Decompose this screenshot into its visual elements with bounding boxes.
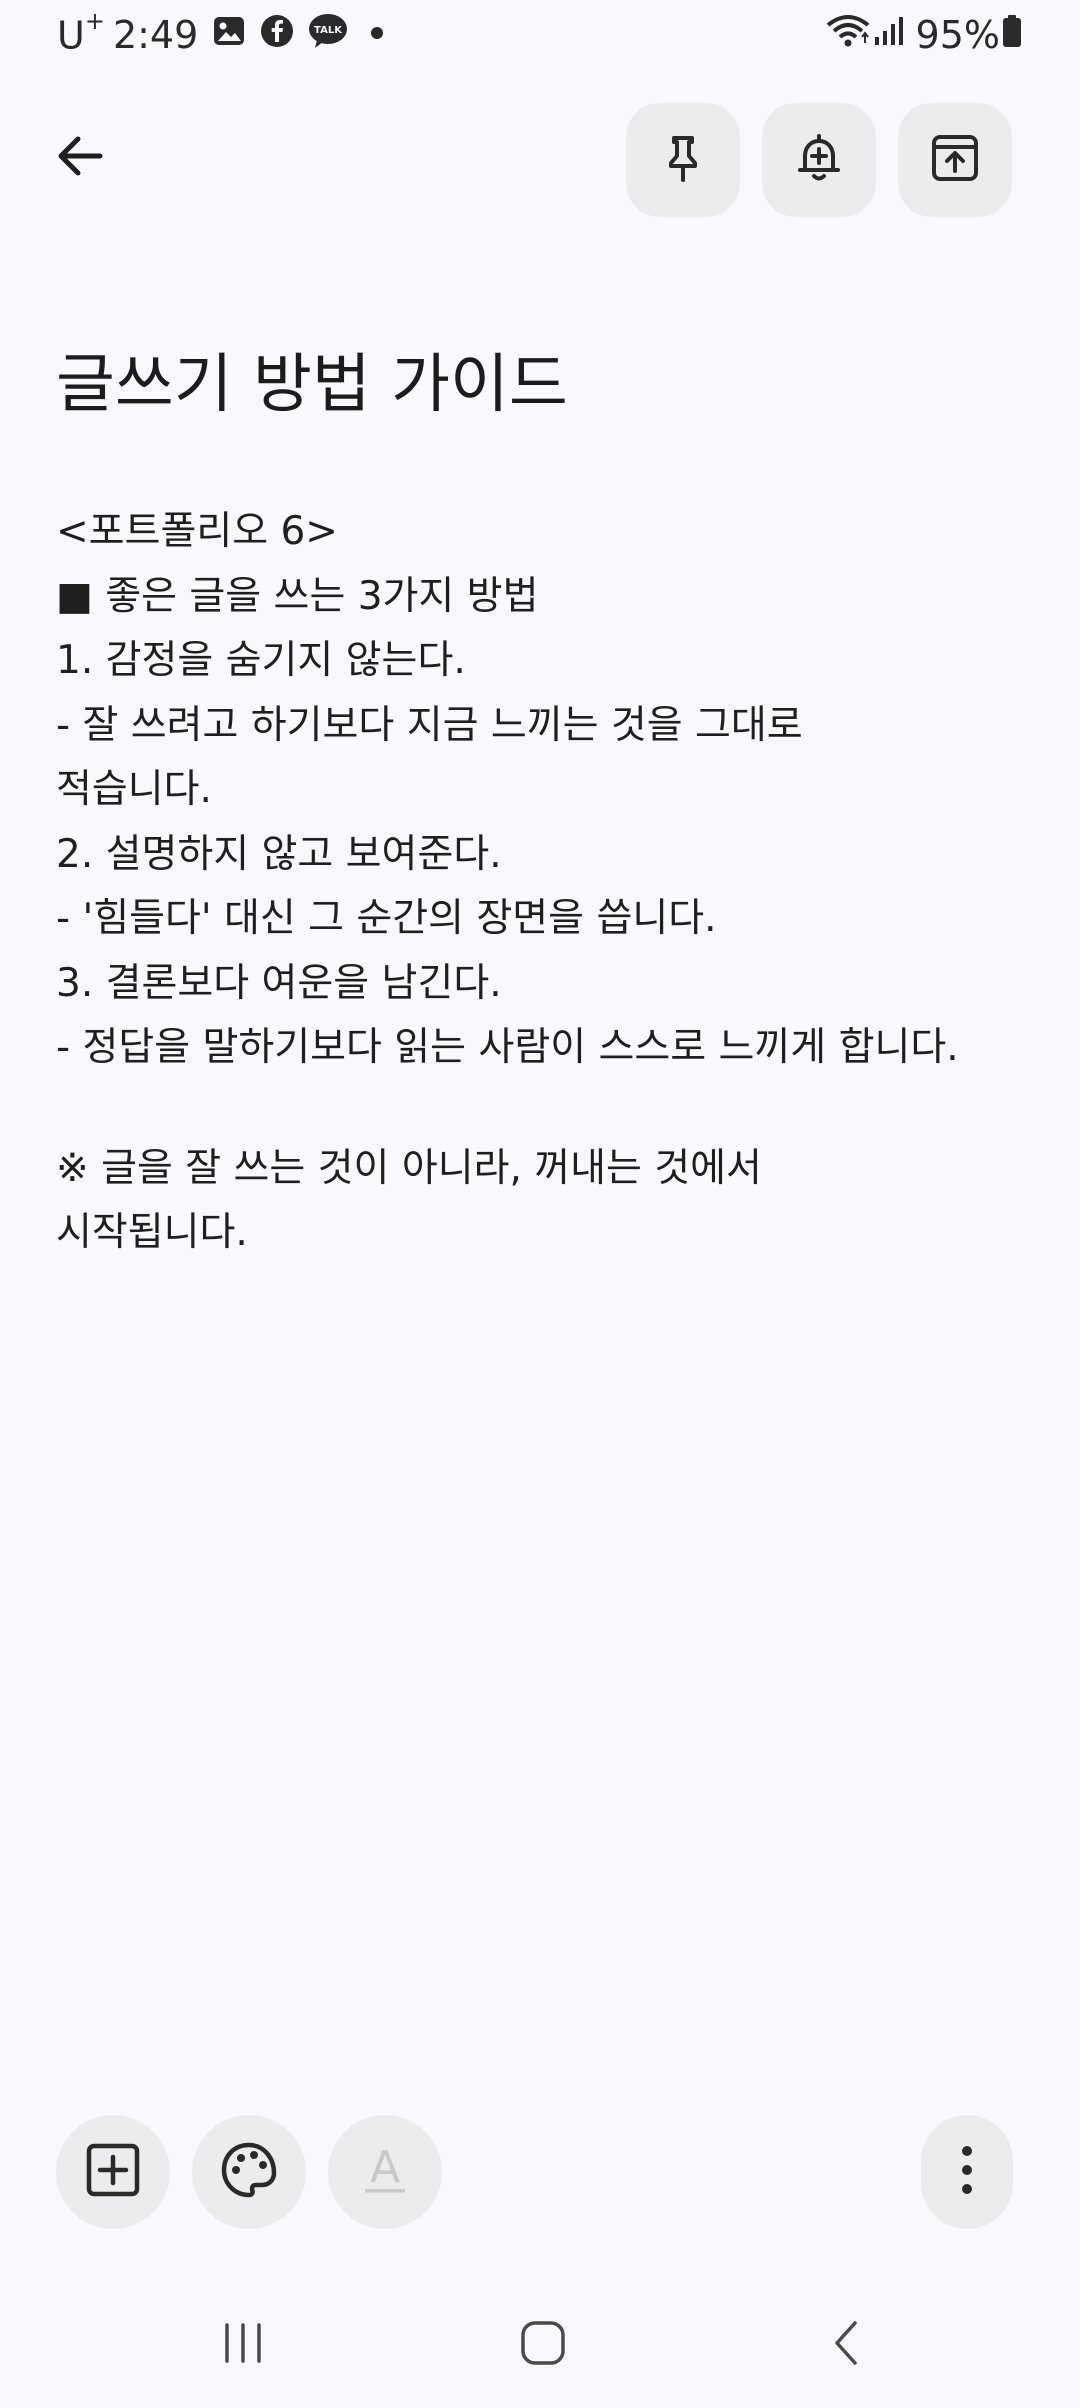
- note-footer-line: ※ 글을 잘 쓰는 것이 아니라, 꺼내는 것에서: [56, 1145, 762, 1191]
- dot-icon: [362, 13, 392, 57]
- archive-icon: [927, 130, 983, 190]
- color-palette-button[interactable]: [192, 2115, 306, 2229]
- system-navigation-bar: [0, 2290, 1080, 2400]
- battery-icon: [1000, 13, 1024, 58]
- pin-icon: [655, 130, 711, 190]
- arrow-left-icon: [52, 128, 108, 188]
- recent-apps-button[interactable]: [203, 2315, 283, 2375]
- text-style-icon: A: [355, 2140, 415, 2204]
- status-bar: U+ 2:49 TALK 95%: [0, 0, 1080, 70]
- back-button[interactable]: [40, 118, 120, 198]
- carrier-label: U+: [57, 6, 105, 58]
- add-content-button[interactable]: [56, 2115, 170, 2229]
- home-button[interactable]: [503, 2315, 583, 2375]
- system-back-button[interactable]: [807, 2315, 887, 2375]
- reminder-button[interactable]: [762, 103, 876, 217]
- status-left: U+ 2:49 TALK: [57, 6, 392, 60]
- palette-icon: [219, 2140, 279, 2204]
- note-line: 2. 설명하지 않고 보여준다.: [56, 831, 502, 877]
- chevron-left-icon: [823, 2319, 871, 2371]
- pin-button[interactable]: [626, 103, 740, 217]
- facebook-icon: [260, 13, 294, 57]
- note-line: 적습니다.: [56, 767, 212, 812]
- reminder-bell-icon: [791, 130, 847, 190]
- more-options-button[interactable]: [921, 2115, 1013, 2229]
- note-title[interactable]: 글쓰기 방법 가이드: [56, 345, 1016, 425]
- note-line: 1. 감정을 숨기지 않는다.: [56, 638, 466, 683]
- signal-icon: [872, 13, 906, 58]
- svg-text:TALK: TALK: [314, 25, 343, 36]
- note-line: <포트폴리오 6>: [56, 509, 338, 554]
- status-time: 2:49: [112, 13, 199, 57]
- note-body[interactable]: <포트폴리오 6> ■ 좋은 글을 쓰는 3가지 방법 1. 감정을 숨기지 않…: [56, 500, 1056, 1266]
- kakaotalk-icon: TALK: [308, 13, 348, 58]
- more-vertical-icon: [957, 2142, 977, 2202]
- battery-percentage: 95%: [915, 13, 1000, 57]
- recent-apps-icon: [219, 2319, 267, 2371]
- note-line: 3. 결론보다 여운을 남긴다.: [56, 960, 502, 1006]
- add-content-icon: [84, 2141, 142, 2203]
- note-line: - 잘 쓰려고 하기보다 지금 느끼는 것을 그대로: [56, 702, 803, 748]
- svg-text:A: A: [370, 2142, 400, 2193]
- status-right: 95%: [824, 10, 1024, 60]
- home-icon: [519, 2319, 567, 2371]
- note-line: - '힘들다' 대신 그 순간의 장면을 씁니다.: [56, 896, 717, 941]
- note-line: ■ 좋은 글을 쓰는 3가지 방법: [56, 573, 539, 619]
- archive-button[interactable]: [898, 103, 1012, 217]
- gallery-icon: [212, 13, 246, 57]
- text-style-button[interactable]: A: [328, 2115, 442, 2229]
- note-line: - 정답을 말하기보다 읽는 사람이 스스로 느끼게 합니다.: [56, 1025, 959, 1070]
- note-footer-line: 시작됩니다.: [56, 1210, 248, 1255]
- wifi-icon: [824, 13, 872, 58]
